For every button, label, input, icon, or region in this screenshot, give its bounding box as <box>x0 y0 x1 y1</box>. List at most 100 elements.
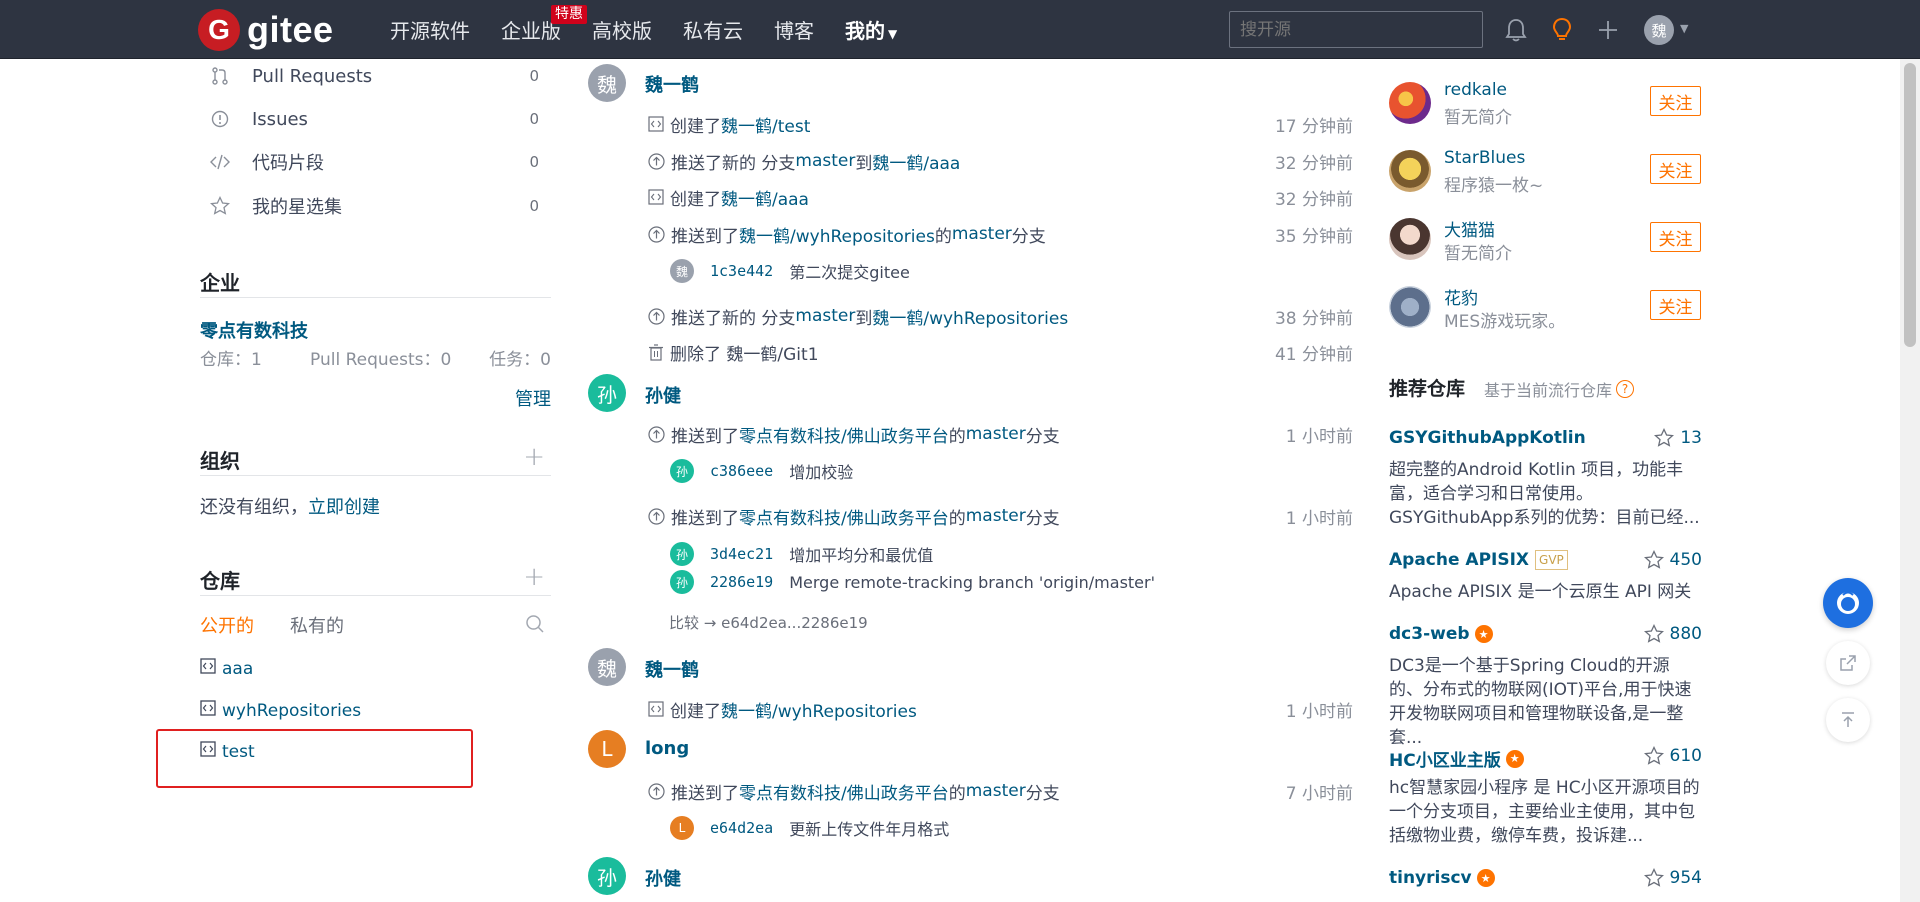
repo-name-link[interactable]: GSYGithubAppKotlin <box>1389 428 1586 448</box>
avatar[interactable]: 魏 <box>588 648 626 686</box>
help-icon[interactable]: ? <box>1616 380 1635 398</box>
event-link[interactable]: 魏一鹤/wyhRepositories <box>872 304 1068 329</box>
tab-private-repos[interactable]: 私有的 <box>290 612 344 638</box>
repo-name-link[interactable]: tinyriscv ★ <box>1389 868 1495 888</box>
star-count[interactable]: 610 <box>1643 746 1702 766</box>
commit-sha-link[interactable]: c386eee <box>710 462 773 480</box>
bell-icon[interactable] <box>1502 16 1530 44</box>
star-count[interactable]: 450 <box>1643 550 1702 570</box>
follow-button[interactable]: 关注 <box>1650 290 1701 320</box>
push-icon <box>648 225 665 243</box>
avatar[interactable]: L <box>588 730 626 768</box>
repo-item-aaa[interactable]: aaa <box>200 658 253 679</box>
repo-name-link[interactable]: HC小区业主版 ★ <box>1389 746 1524 771</box>
repo-name-link[interactable]: dc3-web ★ <box>1389 624 1493 644</box>
branch-link[interactable]: master <box>795 151 855 171</box>
star-count[interactable]: 954 <box>1643 868 1702 888</box>
avatar[interactable]: 孙 <box>588 374 626 412</box>
feed-user-name[interactable]: long <box>645 738 689 759</box>
nav-blog[interactable]: 博客 <box>774 15 814 44</box>
avatar[interactable] <box>1389 218 1431 260</box>
commit-sha-link[interactable]: 1c3e442 <box>710 262 773 280</box>
follow-button[interactable]: 关注 <box>1650 222 1701 252</box>
page-scrollbar[interactable] <box>1900 59 1920 902</box>
event-link[interactable]: 魏一鹤/aaa <box>872 149 960 174</box>
user-name-link[interactable]: redkale <box>1444 80 1507 100</box>
back-to-top-button[interactable] <box>1826 698 1870 742</box>
enterprise-name-link[interactable]: 零点有数科技 <box>200 317 308 343</box>
gitee-logo[interactable]: G gitee <box>198 9 334 51</box>
commit-sha-link[interactable]: e64d2ea <box>710 819 773 837</box>
event-time: 1 小时前 <box>1285 426 1353 447</box>
repo-icon <box>648 189 664 205</box>
repo-item-wyhrepositories[interactable]: wyhRepositories <box>200 700 361 721</box>
feed-user-name[interactable]: 孙健 <box>645 865 681 891</box>
nav-private-cloud[interactable]: 私有云 <box>683 15 743 44</box>
lightbulb-icon[interactable] <box>1548 16 1576 44</box>
event-link[interactable]: 魏一鹤/wyhRepositories <box>721 697 917 722</box>
user-name-link[interactable]: 花豹 <box>1444 284 1478 309</box>
follow-button[interactable]: 关注 <box>1650 154 1701 184</box>
create-org-link[interactable]: 立即创建 <box>308 497 380 518</box>
user-name-link[interactable]: StarBlues <box>1444 148 1525 168</box>
star-count[interactable]: 13 <box>1654 428 1702 448</box>
avatar[interactable] <box>1389 286 1431 328</box>
assistant-float-button[interactable] <box>1823 578 1873 628</box>
avatar: 孙 <box>670 570 694 594</box>
caret-down-icon[interactable]: ▼ <box>1680 22 1688 35</box>
compare-link[interactable]: 比较 → e64d2ea...2286e19 <box>669 612 868 633</box>
feed-event: 推送到了 魏一鹤/wyhRepositories 的 master 分支 35 … <box>648 221 1353 247</box>
search-icon[interactable] <box>525 614 545 638</box>
sidebar-item-starred[interactable]: 我的星选集 0 <box>200 193 551 219</box>
commit-sha-link[interactable]: 3d4ec21 <box>710 545 773 563</box>
tab-public-repos[interactable]: 公开的 <box>200 612 254 638</box>
star-icon <box>1643 868 1664 888</box>
sidebar-item-snippets[interactable]: 代码片段 0 <box>200 149 551 175</box>
logo-mark: G <box>198 9 240 51</box>
enterprise-manage-link[interactable]: 管理 <box>515 385 551 411</box>
user-name-link[interactable]: 大猫猫 <box>1444 216 1495 241</box>
event-link[interactable]: 魏一鹤/aaa <box>721 185 809 210</box>
event-link[interactable]: 魏一鹤/test <box>721 112 810 137</box>
nav-mine[interactable]: 我的 ▼ <box>845 15 897 44</box>
add-org-plus-icon[interactable]: + <box>523 442 545 472</box>
star-icon <box>1654 428 1675 448</box>
feed-event: 删除了 魏一鹤/Git1 41 分钟前 <box>648 339 1353 365</box>
event-link[interactable]: 零点有数科技/佛山政务平台 <box>739 422 949 447</box>
follow-button[interactable]: 关注 <box>1650 86 1701 116</box>
repo-icon <box>648 116 664 132</box>
repo-icon <box>200 700 216 721</box>
event-link[interactable]: 魏一鹤/wyhRepositories <box>739 222 935 247</box>
commit-sha-link[interactable]: 2286e19 <box>710 573 773 591</box>
user-avatar[interactable]: 魏 <box>1644 15 1674 45</box>
search-input[interactable] <box>1229 11 1483 48</box>
plus-icon[interactable] <box>1594 16 1622 44</box>
add-repo-plus-icon[interactable]: + <box>523 562 545 592</box>
avatar[interactable] <box>1389 82 1431 124</box>
event-link[interactable]: 零点有数科技/佛山政务平台 <box>739 504 949 529</box>
feed-user-name[interactable]: 魏一鹤 <box>645 71 699 97</box>
sidebar-item-pull-requests[interactable]: Pull Requests 0 <box>200 63 551 89</box>
avatar[interactable] <box>1389 150 1431 192</box>
share-float-button[interactable] <box>1826 641 1870 685</box>
nav-university[interactable]: 高校版 <box>592 15 652 44</box>
branch-link[interactable]: master <box>966 424 1026 444</box>
feed-user-name[interactable]: 孙健 <box>645 382 681 408</box>
scrollbar-thumb[interactable] <box>1904 63 1916 347</box>
feed-user-name[interactable]: 魏一鹤 <box>645 656 699 682</box>
user-bio: 暂无简介 <box>1444 244 1512 264</box>
branch-link[interactable]: master <box>952 224 1012 244</box>
branch-link[interactable]: master <box>966 506 1026 526</box>
recommended-repos-subtitle: 基于当前流行仓库? <box>1484 377 1635 401</box>
branch-link[interactable]: master <box>795 306 855 326</box>
sidebar-item-issues[interactable]: Issues 0 <box>200 106 551 132</box>
avatar[interactable]: 魏 <box>588 64 626 102</box>
avatar[interactable]: 孙 <box>588 857 626 895</box>
repo-name-link[interactable]: Apache APISIX GVP <box>1389 550 1568 570</box>
star-count[interactable]: 880 <box>1643 624 1702 644</box>
nav-open-source[interactable]: 开源软件 <box>390 15 470 44</box>
feed-event: 推送到了 零点有数科技/佛山政务平台 的 master 分支 7 小时前 <box>648 778 1353 804</box>
branch-link[interactable]: master <box>966 781 1026 801</box>
event-link[interactable]: 零点有数科技/佛山政务平台 <box>739 779 949 804</box>
star-icon <box>1643 624 1664 644</box>
